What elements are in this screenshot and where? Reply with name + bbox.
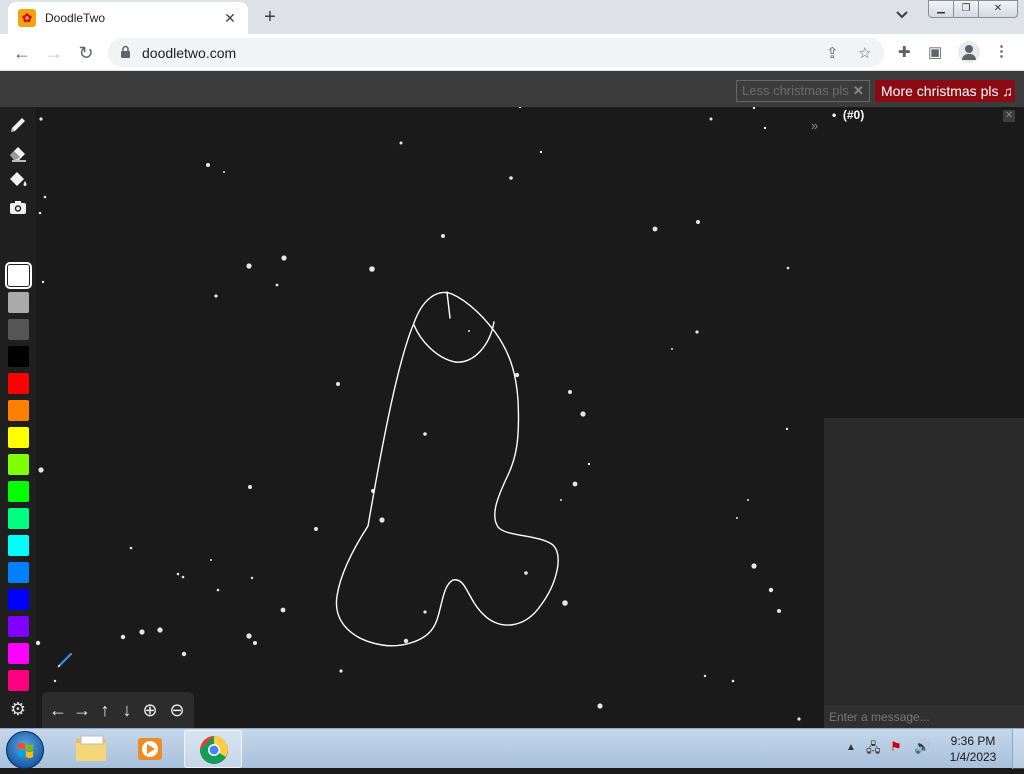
extensions-puzzle-icon[interactable]: ✚ [898, 43, 911, 61]
color-swatch[interactable] [8, 535, 29, 556]
browser-tab-strip: ✿ DoodleTwo ✕ + ▁ ❐ ✕ [0, 0, 1024, 34]
reload-icon[interactable]: ↻ [74, 41, 98, 65]
color-swatch[interactable] [8, 643, 29, 664]
browser-menu-icon[interactable]: ⋮ [994, 42, 1009, 60]
site-header: Less christmas pls ✕ More christmas pls ♫ [0, 71, 1024, 107]
media-player-taskbar-icon[interactable] [122, 730, 180, 768]
canvas-drawing[interactable] [36, 107, 824, 728]
windows-logo-icon [18, 743, 33, 758]
camera-icon[interactable] [6, 197, 30, 219]
address-bar[interactable]: doodletwo.com ⇪ ☆ [108, 38, 884, 67]
navigation-pad: ← → ↑ ↓ ⊕ ⊖ [42, 692, 194, 728]
chat-input[interactable] [824, 705, 1024, 728]
windows-taskbar: ▲ 🖧 ⚑ 🔊 9:36 PM 1/4/2023 [0, 728, 1024, 769]
clock-time: 9:36 PM [950, 734, 996, 748]
pan-up-arrow-icon[interactable]: ↑ [94, 699, 116, 721]
pan-right-arrow-icon[interactable]: → [71, 699, 93, 721]
file-explorer-taskbar-icon[interactable] [62, 730, 120, 768]
chrome-taskbar-icon[interactable] [184, 730, 242, 768]
doodletwo-favicon-icon: ✿ [18, 9, 36, 27]
color-swatch[interactable] [8, 481, 29, 502]
action-center-flag-icon[interactable]: ⚑ [890, 739, 902, 755]
lock-icon [121, 45, 130, 58]
share-icon[interactable]: ⇪ [826, 44, 839, 62]
color-swatch[interactable] [5, 262, 32, 289]
color-swatch[interactable] [8, 508, 29, 529]
player-list: • (#0) [832, 108, 864, 122]
less-christmas-close-icon: ✕ [852, 83, 864, 98]
panel-close-icon[interactable]: ✕ [1003, 110, 1015, 122]
back-arrow-icon[interactable]: ← [10, 41, 34, 65]
doodle-stroke [335, 291, 559, 647]
browser-tab[interactable]: ✿ DoodleTwo ✕ [8, 2, 248, 34]
color-swatch[interactable] [8, 319, 29, 340]
new-tab-button[interactable]: + [258, 6, 282, 28]
color-swatch[interactable] [8, 400, 29, 421]
less-christmas-label: Less christmas pls [742, 83, 849, 98]
zoom-in-icon[interactable]: ⊕ [139, 699, 161, 721]
volume-icon[interactable]: 🔊 [914, 739, 930, 755]
tool-sidebar: ⚙ [0, 107, 36, 728]
show-hidden-icons-icon[interactable]: ▲ [846, 742, 856, 753]
pencil-icon[interactable] [6, 115, 30, 137]
chat-messages [824, 418, 1024, 705]
url-text[interactable]: doodletwo.com [142, 45, 236, 61]
collapse-panel-icon[interactable]: » [811, 118, 818, 133]
color-swatch[interactable] [8, 670, 29, 691]
color-swatch[interactable] [8, 346, 29, 367]
tab-search-chevron-icon[interactable] [896, 8, 908, 22]
network-icon[interactable]: 🖧 [866, 739, 881, 761]
fill-bucket-icon[interactable] [6, 169, 30, 191]
tab-close-icon[interactable]: ✕ [222, 10, 238, 27]
browser-toolbar: ← → ↻ doodletwo.com ⇪ ☆ ✚ ▣ ⋮ [0, 34, 1024, 71]
pan-left-arrow-icon[interactable]: ← [47, 699, 69, 721]
window-maximize-button[interactable]: ❐ [953, 0, 979, 18]
pan-down-arrow-icon[interactable]: ↓ [116, 699, 138, 721]
color-swatch[interactable] [8, 589, 29, 610]
tab-title: DoodleTwo [45, 11, 106, 25]
color-swatch[interactable] [8, 454, 29, 475]
profile-avatar-icon[interactable] [958, 41, 980, 63]
color-swatch[interactable] [8, 427, 29, 448]
settings-gear-icon[interactable]: ⚙ [8, 699, 28, 719]
color-swatch[interactable] [8, 562, 29, 583]
pencil-cursor-icon [57, 652, 73, 668]
player-entry: (#0) [842, 108, 865, 122]
less-christmas-button[interactable]: Less christmas pls ✕ [736, 80, 870, 102]
eraser-icon[interactable] [6, 142, 30, 164]
window-close-button[interactable]: ✕ [978, 0, 1018, 18]
system-clock[interactable]: 9:36 PM 1/4/2023 [940, 733, 1006, 765]
color-swatch[interactable] [8, 373, 29, 394]
show-desktop-button[interactable] [1012, 729, 1024, 769]
start-button[interactable] [6, 731, 44, 769]
color-swatch[interactable] [8, 616, 29, 637]
forward-arrow-icon[interactable]: → [42, 41, 66, 65]
more-christmas-button[interactable]: More christmas pls ♫ [875, 80, 1015, 102]
side-panel-icon[interactable]: ▣ [928, 43, 942, 61]
zoom-out-icon[interactable]: ⊖ [166, 699, 188, 721]
window-minimize-button[interactable]: ▁ [928, 0, 954, 18]
color-swatch[interactable] [8, 292, 29, 313]
drawing-canvas[interactable] [36, 107, 824, 728]
player-bullet-icon: • [832, 108, 843, 122]
snowflakes [36, 107, 801, 721]
bookmark-star-icon[interactable]: ☆ [858, 44, 871, 62]
clock-date: 1/4/2023 [949, 750, 997, 764]
